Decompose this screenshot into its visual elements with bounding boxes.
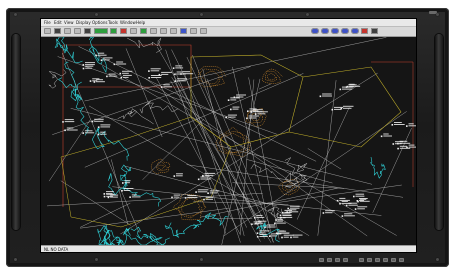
menu-file[interactable]: File xyxy=(44,20,51,25)
measure-icon[interactable] xyxy=(180,28,187,34)
led-indicator xyxy=(327,258,332,262)
screw xyxy=(200,258,203,261)
playback-icon[interactable] xyxy=(351,28,359,34)
menu-view[interactable]: View xyxy=(64,20,74,25)
led-indicator xyxy=(319,258,324,262)
led-indicator xyxy=(391,258,396,262)
led-indicator xyxy=(359,258,364,262)
grid-icon[interactable] xyxy=(130,28,137,34)
radar-map[interactable] xyxy=(41,37,416,245)
map-background xyxy=(41,37,416,245)
menu-tools[interactable]: Tools xyxy=(108,20,118,25)
label-icon[interactable] xyxy=(190,28,197,34)
right-handle xyxy=(435,34,443,230)
screw xyxy=(14,13,17,16)
layer-toggle-icon[interactable] xyxy=(110,28,117,34)
screw xyxy=(436,13,439,16)
print-icon[interactable] xyxy=(74,28,81,34)
playback-icon[interactable] xyxy=(331,28,339,34)
toolbar xyxy=(41,27,416,37)
menu-options[interactable]: Options xyxy=(92,20,107,25)
playback-icon[interactable] xyxy=(341,28,349,34)
menu-bar: File Edit View Display Options Tools Win… xyxy=(41,19,416,27)
menu-window[interactable]: Window xyxy=(120,20,136,25)
save-icon[interactable] xyxy=(64,28,71,34)
menu-edit[interactable]: Edit xyxy=(54,20,62,25)
new-icon[interactable] xyxy=(44,28,51,34)
screw xyxy=(95,13,98,16)
filter-icon[interactable] xyxy=(120,28,127,34)
pointer-icon[interactable] xyxy=(84,28,91,34)
led-indicator xyxy=(383,258,388,262)
playback-icon[interactable] xyxy=(321,28,329,34)
track-icon[interactable] xyxy=(200,28,207,34)
left-handle xyxy=(12,34,20,230)
screw xyxy=(95,258,98,261)
led-indicator xyxy=(399,258,404,262)
open-icon[interactable] xyxy=(54,28,61,34)
pan-icon[interactable] xyxy=(170,28,177,34)
close-icon[interactable] xyxy=(371,28,378,34)
led-indicator xyxy=(335,258,340,262)
zoom-out-icon[interactable] xyxy=(160,28,167,34)
menu-display[interactable]: Display xyxy=(76,20,91,25)
bezel-led-panel xyxy=(319,257,405,264)
alert-icon[interactable] xyxy=(361,28,368,34)
led-indicator xyxy=(375,258,380,262)
screw xyxy=(14,258,17,261)
zoom-in-icon[interactable] xyxy=(150,28,157,34)
led-indicator xyxy=(343,258,348,262)
menu-help[interactable]: Help xyxy=(136,20,145,25)
status-bar: NL NO DATA xyxy=(41,245,416,252)
led-indicator xyxy=(367,258,372,262)
screw xyxy=(436,258,439,261)
layer-toggle-icon[interactable] xyxy=(94,28,108,34)
screw xyxy=(200,13,203,16)
route-icon[interactable] xyxy=(140,28,147,34)
playback-icon[interactable] xyxy=(311,28,319,34)
display-screen: File Edit View Display Options Tools Win… xyxy=(41,19,416,252)
status-text: NL NO DATA xyxy=(44,247,69,252)
screw xyxy=(306,13,309,16)
